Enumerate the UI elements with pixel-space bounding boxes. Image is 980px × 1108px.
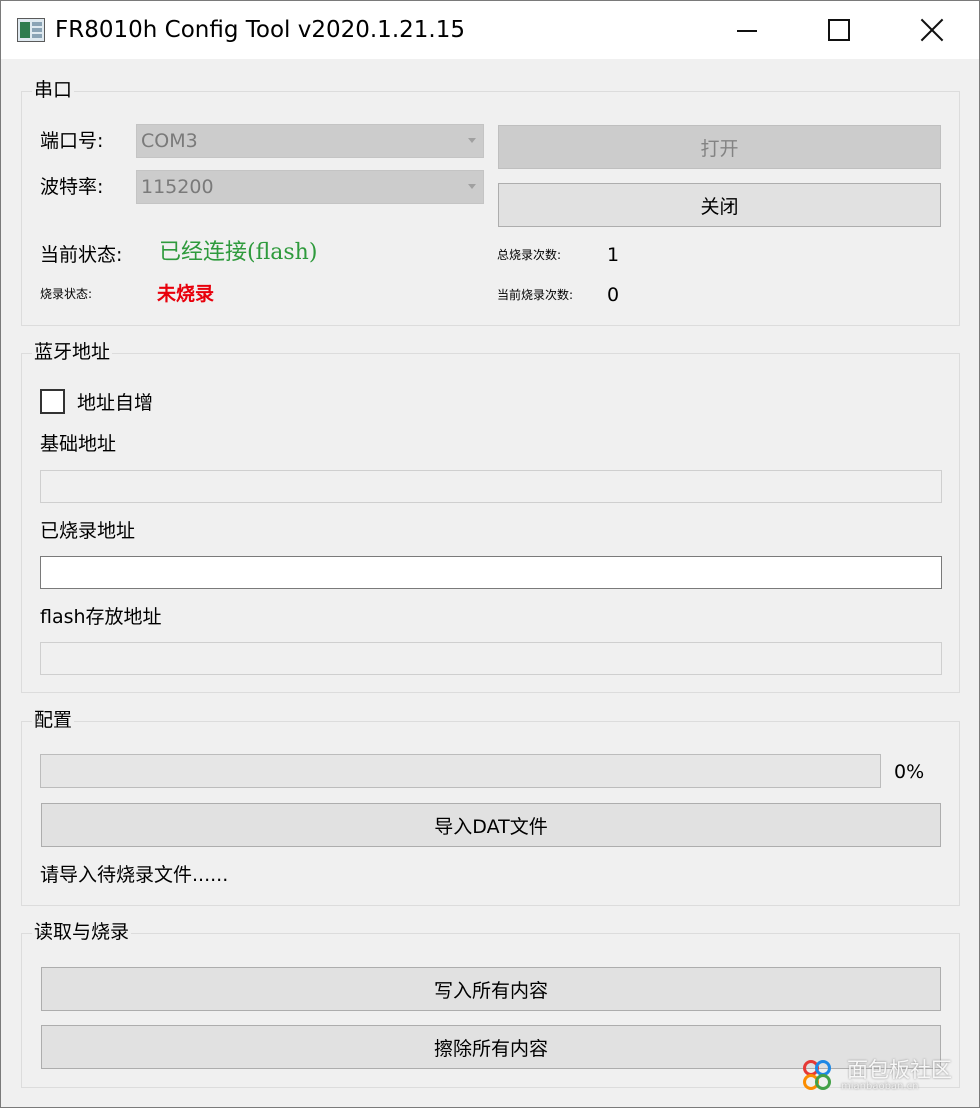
write-all-button[interactable]: 写入所有内容: [41, 967, 941, 1011]
app-window: FR8010h Config Tool v2020.1.21.15 串口 端口号…: [0, 0, 980, 1108]
flash-addr-field[interactable]: [40, 642, 942, 675]
close-port-button[interactable]: 关闭: [498, 183, 941, 227]
port-value: COM3: [141, 130, 198, 152]
port-select[interactable]: COM3: [136, 124, 484, 158]
total-count-value: 1: [607, 244, 620, 266]
total-count-label: 总烧录次数:: [497, 248, 562, 262]
title-bar[interactable]: FR8010h Config Tool v2020.1.21.15: [1, 1, 979, 59]
port-label: 端口号:: [40, 130, 104, 152]
watermark-logo-icon: [801, 1056, 841, 1096]
close-icon: [920, 18, 944, 42]
progress-text: 0%: [894, 761, 925, 783]
burn-state-label: 烧录状态:: [40, 287, 93, 301]
window-title: FR8010h Config Tool v2020.1.21.15: [55, 17, 465, 43]
burn-status: 未烧录: [157, 283, 215, 305]
current-count-value: 0: [607, 284, 620, 306]
read-burn-group-title: 读取与烧录: [32, 918, 132, 946]
bluetooth-group-title: 蓝牙地址: [32, 338, 113, 366]
current-count-label: 当前烧录次数:: [497, 288, 574, 302]
maximize-button[interactable]: [793, 1, 885, 59]
chevron-down-icon: [468, 138, 476, 143]
state-label: 当前状态:: [40, 244, 123, 266]
base-addr-label: 基础地址: [40, 433, 117, 455]
base-addr-field[interactable]: [40, 470, 942, 503]
config-group-title: 配置: [32, 706, 75, 734]
flash-addr-label: flash存放地址: [40, 606, 162, 628]
connection-status: 已经连接(flash): [159, 240, 318, 265]
watermark-url: mianbaoban.cn: [841, 1081, 919, 1092]
minimize-button[interactable]: [701, 1, 793, 59]
serial-group-title: 串口: [32, 76, 75, 104]
close-window-button[interactable]: [886, 1, 978, 59]
baud-value: 115200: [141, 176, 214, 198]
watermark: 面包板社区 mianbaoban.cn: [801, 1053, 971, 1099]
burned-addr-field[interactable]: [40, 556, 942, 589]
open-port-button[interactable]: 打开: [498, 125, 941, 169]
burned-addr-label: 已烧录地址: [40, 520, 136, 542]
chevron-down-icon: [468, 184, 476, 189]
auto-increment-label: 地址自增: [77, 392, 154, 414]
auto-increment-checkbox[interactable]: [40, 389, 65, 414]
baud-label: 波特率:: [40, 176, 104, 198]
import-hint: 请导入待烧录文件......: [40, 864, 229, 886]
app-icon: [17, 18, 45, 42]
baud-select[interactable]: 115200: [136, 170, 484, 204]
maximize-icon: [828, 19, 850, 41]
watermark-name: 面包板社区: [847, 1058, 952, 1082]
minimize-icon: [737, 30, 757, 32]
progress-bar: [40, 754, 881, 788]
import-dat-button[interactable]: 导入DAT文件: [41, 803, 941, 847]
